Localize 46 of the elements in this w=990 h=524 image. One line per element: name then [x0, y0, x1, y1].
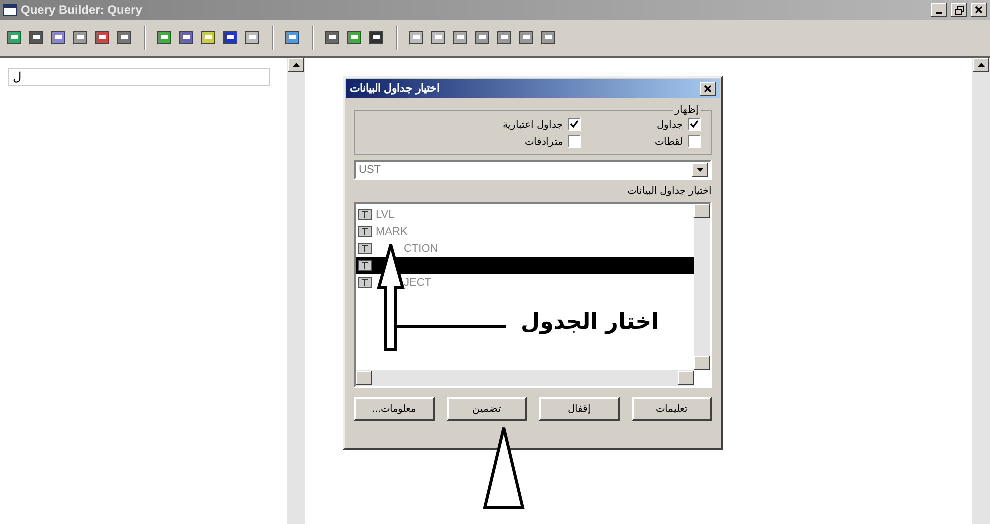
dialog-button[interactable]: تعليمات [632, 397, 712, 421]
scroll-up-button[interactable] [694, 204, 710, 218]
list-item[interactable] [356, 257, 694, 274]
close-button[interactable] [700, 82, 716, 96]
dropdown-button[interactable] [692, 163, 708, 177]
scrollbar[interactable] [694, 204, 710, 370]
checkbox[interactable] [688, 118, 701, 131]
dialog-button[interactable]: تضمين [446, 397, 527, 421]
close-icon [704, 84, 712, 92]
list-label: اختيار جداول البيانات [626, 185, 712, 197]
restore-button[interactable] [951, 3, 967, 17]
group-label: إظهار [674, 104, 700, 116]
list-item[interactable]: CTION [356, 240, 694, 257]
owner-dropdown[interactable]: UST [354, 160, 712, 180]
app-icon [3, 4, 17, 16]
annotation-text: اختار الجدول [521, 310, 660, 335]
scrollbar[interactable] [287, 58, 305, 524]
scroll-down-button[interactable] [694, 356, 710, 370]
scrollbar[interactable] [972, 58, 990, 524]
up-icon [292, 63, 300, 67]
scroll-left-button[interactable] [356, 371, 372, 385]
window-title: Query Builder: Query [21, 3, 144, 17]
checkbox-label: جداول اعتبارية [503, 118, 563, 130]
checkbox-label: مترادفات [525, 136, 563, 148]
restore-icon [954, 6, 964, 14]
scroll-up-button[interactable] [288, 58, 304, 72]
dialog-title: اختيار جداول البيانات [350, 82, 440, 95]
caret-icon [696, 168, 704, 172]
checkbox-label: جداول [657, 118, 683, 130]
checkbox[interactable] [688, 135, 701, 148]
minimize-button[interactable] [931, 3, 947, 17]
dialog-button[interactable]: إقفال [539, 397, 620, 421]
scrollbar[interactable] [356, 370, 694, 386]
checkbox[interactable] [568, 118, 581, 131]
close-icon [975, 6, 983, 14]
list-item[interactable]: JECT [356, 274, 694, 291]
up-icon [978, 63, 984, 67]
list-item[interactable]: MARK [356, 223, 694, 240]
list-item[interactable]: LVL [356, 206, 694, 223]
checkbox-label: لقطات [655, 136, 683, 148]
scroll-up-button[interactable] [973, 58, 989, 72]
scroll-right-button[interactable] [678, 371, 694, 385]
close-button[interactable] [971, 3, 987, 17]
input-field[interactable]: ل [8, 68, 270, 86]
checkbox[interactable] [568, 135, 581, 148]
dialog-button[interactable]: معلومات... [354, 397, 434, 421]
